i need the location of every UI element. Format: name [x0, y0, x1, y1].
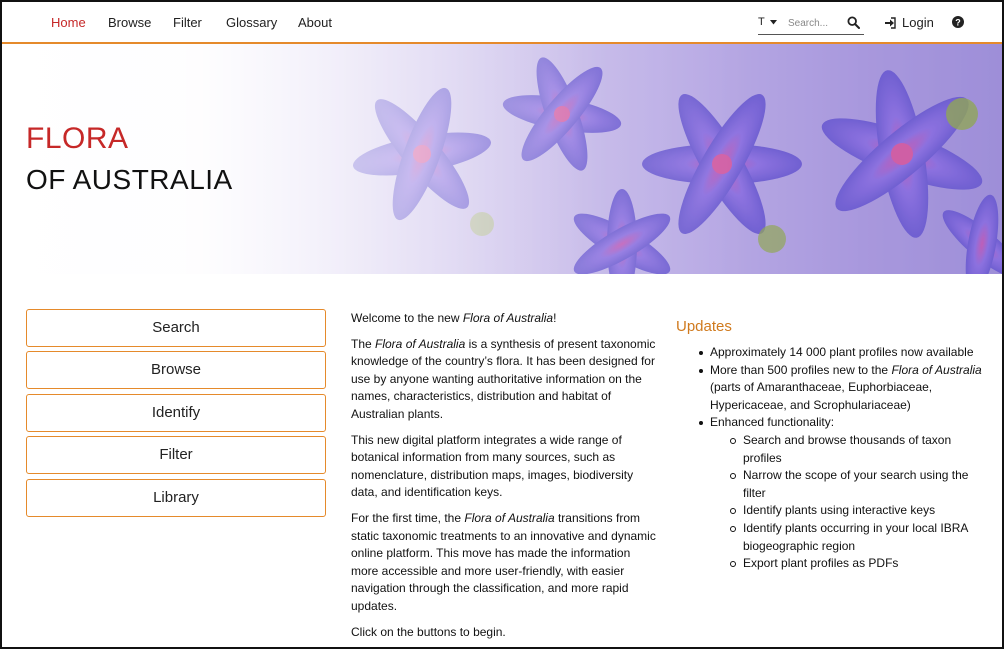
update-item-text-end: (parts of Amaranthaceae, Euphorbiaceae, … — [710, 380, 933, 412]
intro-text: Welcome to the new Flora of Australia! T… — [351, 310, 656, 647]
intro-transition-start: For the first time, the — [351, 510, 465, 525]
search-type-label: T — [758, 16, 765, 28]
functionality-item: Narrow the scope of your search using th… — [730, 467, 986, 502]
intro-transition: For the first time, the Flora of Austral… — [351, 510, 656, 616]
nav-glossary[interactable]: Glossary — [226, 15, 277, 30]
identify-button[interactable]: Identify — [26, 394, 326, 432]
nav-browse[interactable]: Browse — [108, 15, 151, 30]
library-button[interactable]: Library — [26, 479, 326, 517]
nav-filter[interactable]: Filter — [173, 15, 202, 30]
search-box: T — [758, 11, 864, 35]
intro-welcome-text: Welcome to the new — [351, 311, 463, 325]
update-item: Enhanced functionality: Search and brows… — [696, 414, 986, 572]
functionality-item: Export plant profiles as PDFs — [730, 555, 986, 573]
page-frame: Home Browse Filter Glossary About T Logi… — [0, 0, 1004, 649]
filter-button[interactable]: Filter — [26, 436, 326, 474]
intro-transition-title: Flora of Australia — [464, 510, 555, 525]
update-item-text: More than 500 profiles new to the — [710, 362, 892, 377]
login-button[interactable]: Login — [884, 15, 934, 30]
functionality-sublist: Search and browse thousands of taxon pro… — [730, 432, 986, 573]
login-icon — [885, 16, 896, 29]
svg-text:?: ? — [955, 17, 961, 27]
functionality-item: Identify plants using interactive keys — [730, 502, 986, 520]
login-label: Login — [902, 15, 934, 30]
caret-down-icon — [769, 19, 777, 25]
update-item: More than 500 profiles new to the Flora … — [696, 362, 986, 415]
functionality-item: Search and browse thousands of taxon pro… — [730, 432, 986, 467]
intro-welcome-end: ! — [553, 311, 557, 325]
search-input[interactable] — [788, 13, 846, 33]
intro-welcome: Welcome to the new Flora of Australia! — [351, 310, 656, 328]
updates-heading: Updates — [676, 318, 732, 335]
hero-fade-overlay — [2, 44, 1002, 274]
update-item-text: Enhanced functionality: — [710, 415, 835, 430]
intro-welcome-title: Flora of Australia — [462, 311, 554, 325]
top-navbar: Home Browse Filter Glossary About T Logi… — [2, 2, 1002, 44]
search-type-dropdown[interactable]: T — [758, 16, 777, 28]
browse-button[interactable]: Browse — [26, 351, 326, 389]
intro-synthesis-title: Flora of Australia — [375, 336, 466, 351]
site-title-flora: FLORA — [26, 122, 129, 155]
intro-transition-text: transitions from static taxonomic treatm… — [351, 510, 656, 613]
intro-synthesis: The Flora of Australia is a synthesis of… — [351, 336, 656, 424]
nav-about[interactable]: About — [298, 15, 332, 30]
update-item: Approximately 14 000 plant profiles now … — [696, 344, 986, 362]
site-title-of-australia: OF AUSTRALIA — [26, 164, 233, 195]
functionality-item: Identify plants occurring in your local … — [730, 520, 986, 555]
intro-begin: Click on the buttons to begin. — [351, 624, 506, 639]
search-icon[interactable] — [847, 16, 860, 29]
question-circle-icon[interactable]: ? — [952, 16, 964, 28]
hero-banner: FLORA OF AUSTRALIA — [2, 44, 1002, 274]
update-item-title: Flora of Australia — [891, 362, 982, 377]
nav-home[interactable]: Home — [51, 15, 86, 30]
intro-platform: This new digital platform integrates a w… — [351, 432, 634, 500]
intro-synthesis-start: The — [351, 336, 376, 351]
updates-list: Approximately 14 000 plant profiles now … — [696, 344, 986, 573]
search-button[interactable]: Search — [26, 309, 326, 347]
